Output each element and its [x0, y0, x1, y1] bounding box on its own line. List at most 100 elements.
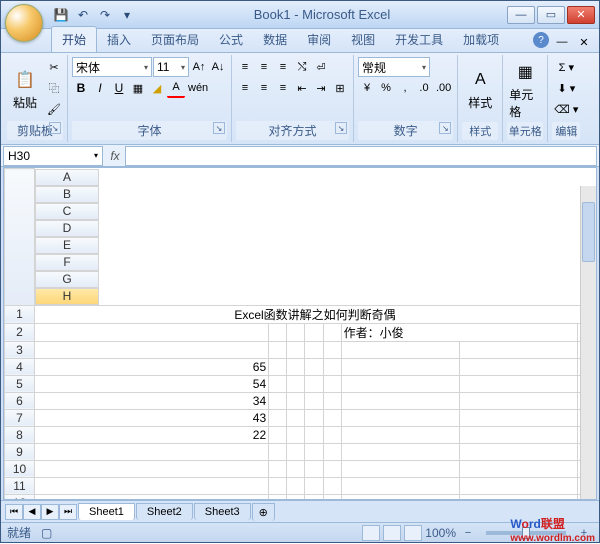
- cell-G7[interactable]: [459, 409, 577, 426]
- cell-A1[interactable]: Excel函数讲解之如何判断奇偶: [35, 305, 596, 323]
- cell-G5[interactable]: [459, 375, 577, 392]
- increase-indent-icon[interactable]: ⇥: [312, 78, 330, 98]
- cell-C8[interactable]: [287, 426, 305, 443]
- tab-addins[interactable]: 加载项: [453, 27, 509, 52]
- decrease-indent-icon[interactable]: ⇤: [293, 78, 311, 98]
- cell-F10[interactable]: [341, 460, 459, 477]
- cell-C12[interactable]: [287, 494, 305, 500]
- cell-G4[interactable]: [459, 358, 577, 375]
- align-left-icon[interactable]: ≡: [236, 78, 254, 98]
- copy-icon[interactable]: ⿻: [45, 78, 63, 98]
- cell-F3[interactable]: [341, 341, 459, 358]
- cell-F4[interactable]: [341, 358, 459, 375]
- cell-G10[interactable]: [459, 460, 577, 477]
- paste-button[interactable]: 📋 粘贴: [7, 57, 43, 121]
- percent-icon[interactable]: %: [377, 78, 395, 98]
- cell-B9[interactable]: [269, 443, 287, 460]
- font-size-combo[interactable]: 11▾: [153, 57, 189, 77]
- cell-E4[interactable]: [323, 358, 341, 375]
- tab-review[interactable]: 审阅: [297, 27, 341, 52]
- cell-D3[interactable]: [305, 341, 323, 358]
- row-header-6[interactable]: 6: [5, 392, 35, 409]
- cell-C10[interactable]: [287, 460, 305, 477]
- align-middle-icon[interactable]: ≡: [255, 57, 273, 77]
- col-header-B[interactable]: B: [35, 186, 99, 203]
- tab-home[interactable]: 开始: [51, 26, 97, 52]
- col-header-F[interactable]: F: [35, 254, 99, 271]
- row-header-10[interactable]: 10: [5, 460, 35, 477]
- cell-E3[interactable]: [323, 341, 341, 358]
- cell-B12[interactable]: [269, 494, 287, 500]
- cell-B3[interactable]: [269, 341, 287, 358]
- cut-icon[interactable]: ✂: [45, 57, 63, 77]
- col-header-H[interactable]: H: [35, 288, 99, 305]
- cell-F5[interactable]: [341, 375, 459, 392]
- row-header-8[interactable]: 8: [5, 426, 35, 443]
- cell-D5[interactable]: [305, 375, 323, 392]
- sheet-nav-first-icon[interactable]: ⏮: [5, 504, 23, 520]
- undo-icon[interactable]: ↶: [73, 5, 93, 25]
- cell-D2[interactable]: [305, 323, 323, 341]
- format-painter-icon[interactable]: 🖌: [45, 99, 63, 119]
- vertical-scrollbar[interactable]: [580, 186, 596, 499]
- cell-B2[interactable]: [269, 323, 287, 341]
- cell-D12[interactable]: [305, 494, 323, 500]
- cell-B10[interactable]: [269, 460, 287, 477]
- increase-decimal-icon[interactable]: .0: [415, 78, 433, 98]
- phonetic-icon[interactable]: wén: [186, 78, 210, 98]
- cell-B7[interactable]: [269, 409, 287, 426]
- cell-D6[interactable]: [305, 392, 323, 409]
- cell-D9[interactable]: [305, 443, 323, 460]
- office-button[interactable]: [5, 4, 43, 42]
- row-header-12[interactable]: 12: [5, 494, 35, 500]
- tab-data[interactable]: 数据: [253, 27, 297, 52]
- cell-F6[interactable]: [341, 392, 459, 409]
- name-box[interactable]: H30▾: [3, 146, 103, 166]
- cell-B4[interactable]: [269, 358, 287, 375]
- view-pagelayout-icon[interactable]: [383, 525, 401, 541]
- comma-icon[interactable]: ,: [396, 78, 414, 98]
- spreadsheet-grid[interactable]: ABCDEFGH1Excel函数讲解之如何判断奇偶2作者：小俊346555463…: [3, 167, 597, 500]
- cell-E7[interactable]: [323, 409, 341, 426]
- tab-view[interactable]: 视图: [341, 27, 385, 52]
- cell-F7[interactable]: [341, 409, 459, 426]
- sheet-tab-3[interactable]: Sheet3: [194, 503, 251, 520]
- merge-icon[interactable]: ⊞: [331, 78, 349, 98]
- cell-A11[interactable]: [35, 477, 269, 494]
- cell-A2[interactable]: [35, 323, 269, 341]
- fill-icon[interactable]: ⬇ ▾: [552, 78, 580, 98]
- cell-G11[interactable]: [459, 477, 577, 494]
- row-header-9[interactable]: 9: [5, 443, 35, 460]
- cell-C7[interactable]: [287, 409, 305, 426]
- cell-A8[interactable]: 22: [35, 426, 269, 443]
- cell-F8[interactable]: [341, 426, 459, 443]
- fill-color-icon[interactable]: ◢: [148, 78, 166, 98]
- cell-C11[interactable]: [287, 477, 305, 494]
- cell-B11[interactable]: [269, 477, 287, 494]
- orientation-icon[interactable]: ⤭: [293, 57, 311, 77]
- styles-button[interactable]: A 样式: [462, 57, 498, 122]
- cell-C4[interactable]: [287, 358, 305, 375]
- fx-icon[interactable]: fx: [105, 146, 125, 166]
- align-center-icon[interactable]: ≡: [255, 78, 273, 98]
- border-icon[interactable]: ▦: [129, 78, 147, 98]
- shrink-font-icon[interactable]: A↓: [209, 57, 227, 77]
- tab-insert[interactable]: 插入: [97, 27, 141, 52]
- italic-icon[interactable]: I: [91, 78, 109, 98]
- wrap-text-icon[interactable]: ⏎: [312, 57, 330, 77]
- cell-A10[interactable]: [35, 460, 269, 477]
- scroll-thumb[interactable]: [582, 202, 595, 262]
- cell-A3[interactable]: [35, 341, 269, 358]
- close-workbook-icon[interactable]: ✕: [575, 32, 593, 52]
- row-header-2[interactable]: 2: [5, 323, 35, 341]
- cell-A4[interactable]: 65: [35, 358, 269, 375]
- cell-E11[interactable]: [323, 477, 341, 494]
- maximize-button[interactable]: ▭: [537, 6, 565, 24]
- col-header-A[interactable]: A: [35, 169, 99, 186]
- row-header-4[interactable]: 4: [5, 358, 35, 375]
- cell-G9[interactable]: [459, 443, 577, 460]
- font-launcher-icon[interactable]: ↘: [213, 122, 225, 134]
- row-header-7[interactable]: 7: [5, 409, 35, 426]
- cell-A12[interactable]: [35, 494, 269, 500]
- cell-G3[interactable]: [459, 341, 577, 358]
